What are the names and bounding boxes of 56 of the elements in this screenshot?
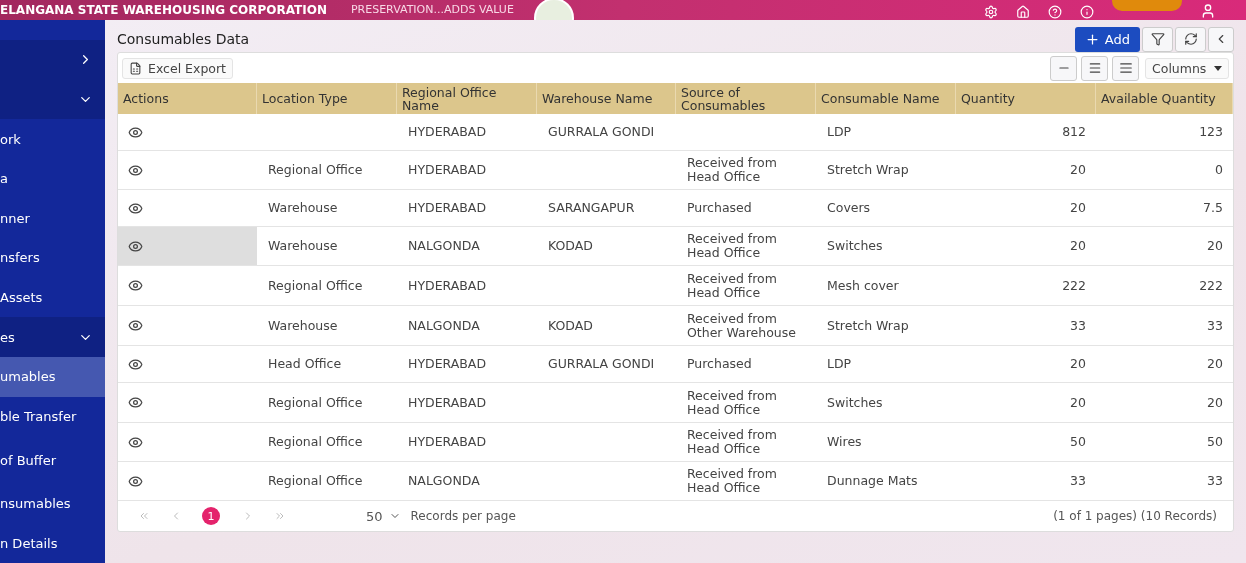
sidebar-item[interactable]: ork: [0, 119, 105, 159]
page-size-select[interactable]: 50: [366, 508, 383, 524]
column-header[interactable]: Consumable Name: [816, 83, 956, 114]
column-header[interactable]: Regional Office Name: [397, 83, 537, 114]
column-header[interactable]: Source of Consumables: [676, 83, 816, 114]
sidebar-item[interactable]: Assets: [0, 277, 105, 318]
view-icon[interactable]: [128, 395, 143, 410]
view-icon[interactable]: [128, 124, 143, 140]
density-standard-button[interactable]: [1081, 55, 1108, 81]
column-header[interactable]: Quantity: [956, 83, 1096, 114]
records-per-page-label: Records per page: [410, 509, 516, 523]
page-title: Consumables Data: [117, 31, 250, 47]
filter-button[interactable]: [1142, 26, 1173, 52]
sidebar-item[interactable]: nsfers: [0, 238, 105, 278]
columns-dropdown[interactable]: Columns: [1145, 57, 1229, 79]
home-icon[interactable]: [1016, 5, 1030, 19]
sidebar-item[interactable]: of Buffer: [0, 436, 105, 484]
view-icon[interactable]: [128, 162, 143, 178]
view-icon[interactable]: [128, 278, 143, 293]
view-icon[interactable]: [128, 318, 143, 333]
view-icon[interactable]: [128, 473, 143, 489]
help-icon[interactable]: [1048, 5, 1062, 19]
caret-icon: [1214, 65, 1222, 71]
column-header: Actions: [118, 83, 257, 114]
sidebar-item[interactable]: n Details: [0, 523, 105, 563]
plus-icon: [1084, 31, 1100, 47]
refresh-button[interactable]: [1175, 26, 1206, 52]
view-icon[interactable]: [128, 434, 143, 450]
add-button[interactable]: Add: [1074, 26, 1140, 52]
column-header[interactable]: Available Quantity: [1096, 83, 1233, 114]
spreadsheet-icon: [129, 61, 142, 75]
column-header[interactable]: Location Type: [257, 83, 397, 114]
view-icon[interactable]: [128, 356, 143, 372]
info-icon[interactable]: [1080, 5, 1094, 19]
sidebar-item[interactable]: ble Transfer: [0, 396, 105, 437]
sidebar-item[interactable]: umables: [0, 357, 105, 397]
header-title: ELANGANA STATE WAREHOUSING CORPORATION: [0, 3, 327, 17]
sidebar-item[interactable]: a: [0, 158, 105, 199]
view-icon[interactable]: [128, 238, 143, 254]
filter-icon: [1150, 32, 1165, 46]
settings-icon[interactable]: [984, 5, 998, 19]
records-summary: (1 of 1 pages) (10 Records): [1053, 509, 1217, 523]
sidebar-item[interactable]: nsumables: [0, 483, 105, 524]
many-lines-icon: [1118, 61, 1133, 75]
user-icon[interactable]: [1200, 3, 1216, 19]
page-number[interactable]: 1: [202, 507, 220, 525]
density-comfortable-button[interactable]: [1112, 55, 1139, 81]
density-compact-button[interactable]: [1050, 55, 1077, 81]
header-tagline: PRESERVATION...ADDS VALUE: [350, 3, 514, 17]
three-lines-icon: [1087, 61, 1102, 75]
excel-export-button[interactable]: Excel Export: [122, 57, 233, 79]
sidebar-item[interactable]: es: [0, 317, 105, 357]
view-icon[interactable]: [128, 200, 143, 216]
refresh-icon: [1183, 32, 1198, 46]
sidebar-item[interactable]: nner: [0, 198, 105, 239]
column-header[interactable]: Warehouse Name: [537, 83, 676, 114]
